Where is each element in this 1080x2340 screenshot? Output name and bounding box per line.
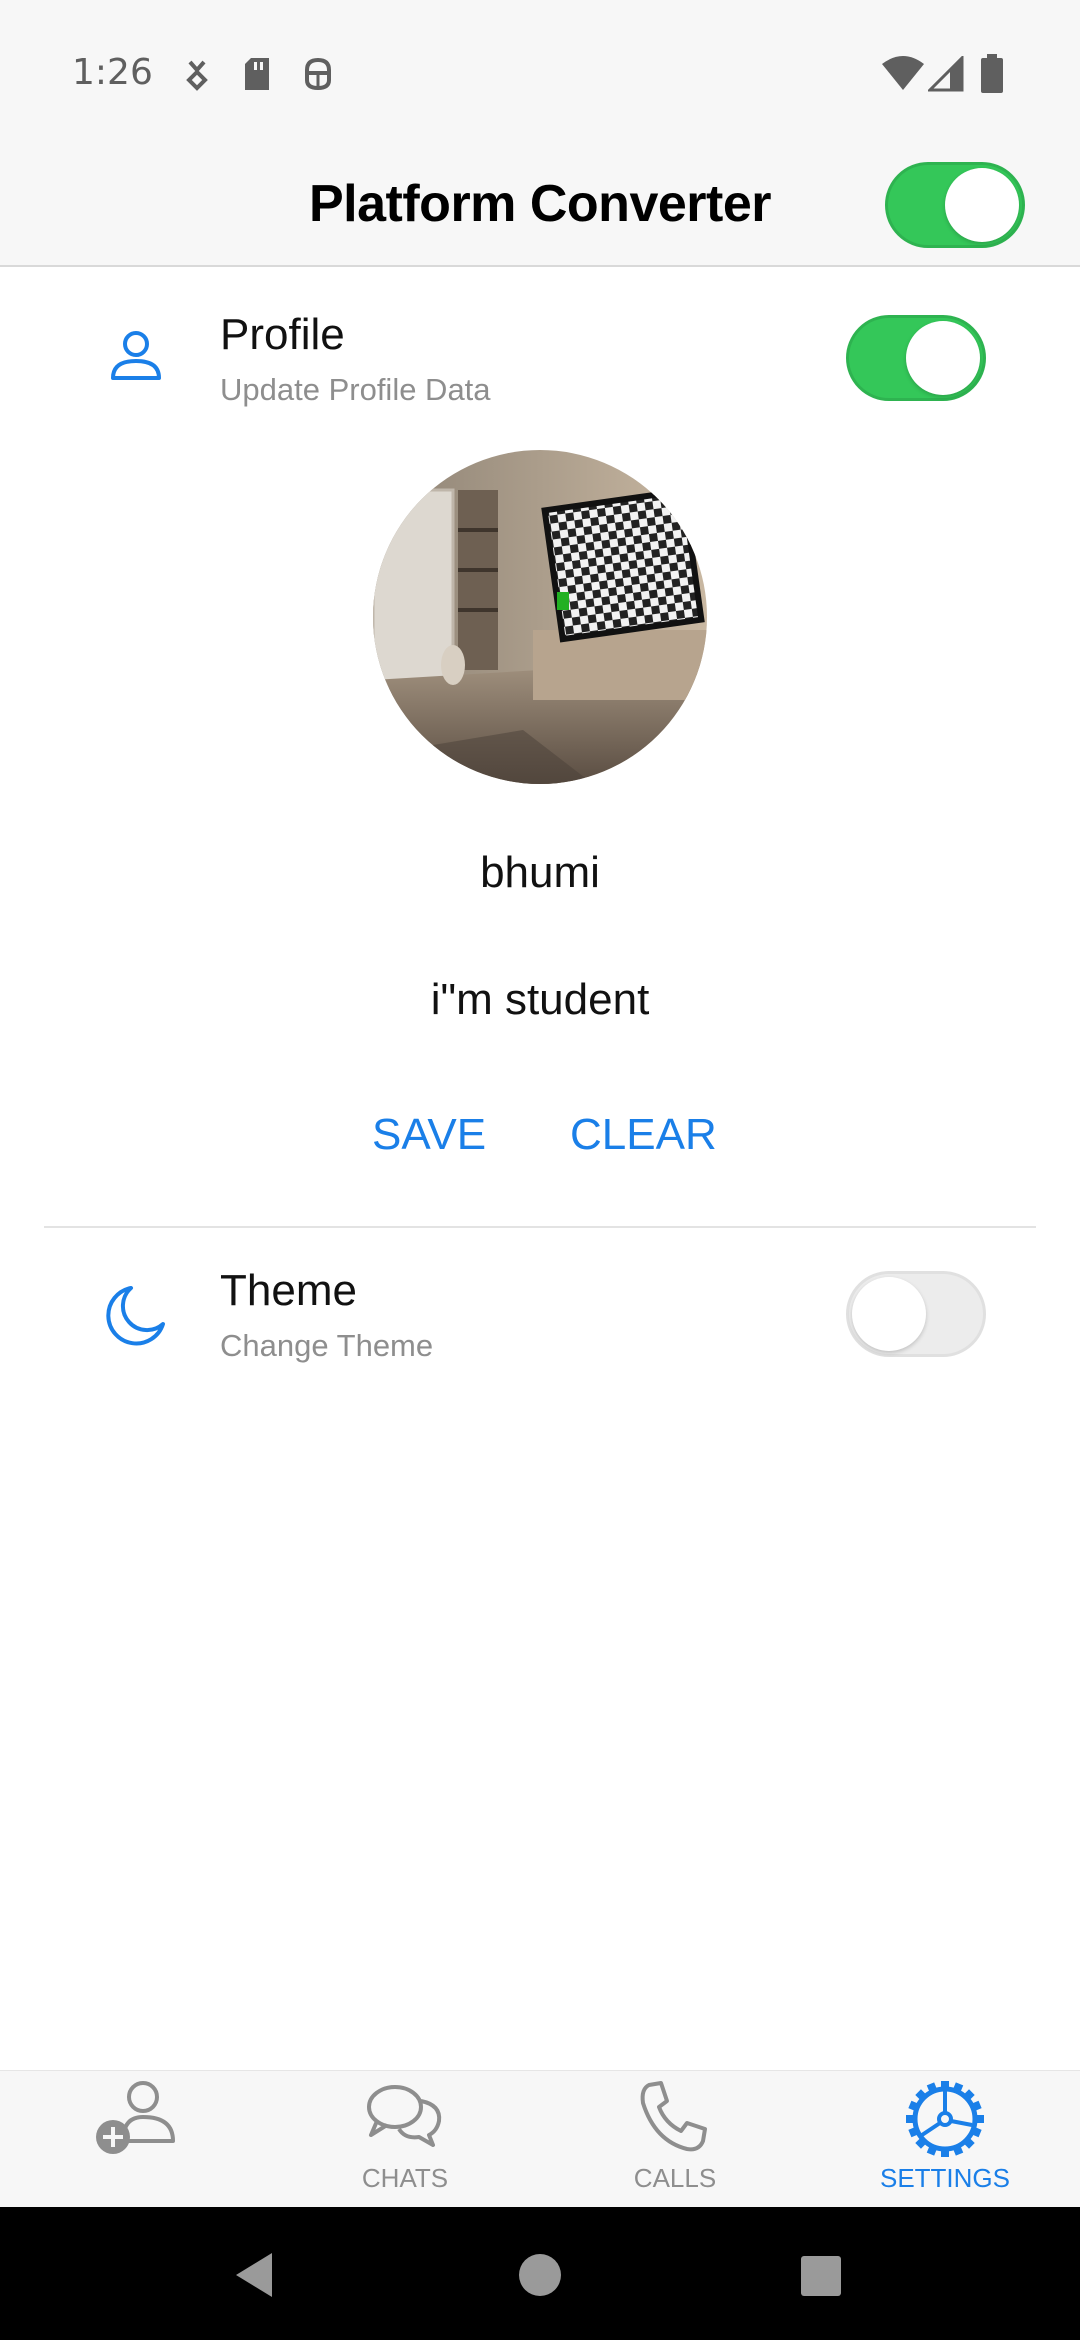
moon-icon <box>106 1286 165 1346</box>
theme-title: Theme <box>220 1266 357 1315</box>
settings-gear-icon <box>906 2081 984 2157</box>
status-bar: 1:26 <box>0 0 1080 150</box>
cell-signal-icon <box>928 56 964 92</box>
chat-bubbles-icon <box>367 2085 442 2147</box>
clear-button[interactable]: CLEAR <box>570 1110 717 1160</box>
tab-settings[interactable]: SETTINGS <box>810 2071 1080 2208</box>
theme-toggle-switch[interactable] <box>846 1271 986 1357</box>
section-divider <box>44 1226 1036 1228</box>
app-bar: Platform Converter <box>0 150 1080 267</box>
profile-bio: i"m student <box>430 975 650 1024</box>
profile-subtitle: Update Profile Data <box>220 372 491 407</box>
profile-title: Profile <box>220 310 345 359</box>
platform-toggle-switch[interactable] <box>885 162 1025 248</box>
back-icon[interactable] <box>232 2251 276 2299</box>
theme-subtitle: Change Theme <box>220 1328 434 1363</box>
save-button[interactable]: SAVE <box>372 1110 486 1160</box>
android-debug-icon <box>305 57 331 91</box>
tab-chats[interactable]: CHATS <box>270 2071 540 2208</box>
tab-label: SETTINGS <box>879 2163 1010 2193</box>
bottom-tab-bar: CHATS CALLS SETTINGS <box>0 2070 1080 2208</box>
person-icon <box>111 331 161 380</box>
wifi-icon <box>882 56 924 90</box>
profile-avatar[interactable] <box>373 450 707 784</box>
sd-card-icon <box>245 58 269 90</box>
switch-knob <box>906 321 980 395</box>
switch-knob <box>945 168 1019 242</box>
tab-label: CHATS <box>361 2163 449 2193</box>
phone-icon <box>640 2081 707 2152</box>
download-notification-icon <box>186 60 208 91</box>
home-icon[interactable] <box>518 2253 562 2297</box>
recents-icon[interactable] <box>800 2255 842 2297</box>
profile-name: bhumi <box>480 848 600 897</box>
tab-calls[interactable]: CALLS <box>540 2071 810 2208</box>
profile-toggle-switch[interactable] <box>846 315 986 401</box>
battery-icon <box>981 54 1003 93</box>
switch-knob <box>852 1277 926 1351</box>
tab-add-contact[interactable] <box>0 2071 270 2208</box>
add-person-icon <box>96 2081 175 2154</box>
tab-label: CALLS <box>633 2163 717 2193</box>
system-navigation-bar <box>0 2207 1080 2340</box>
avatar-image <box>373 450 707 784</box>
status-time: 1:26 <box>72 52 153 93</box>
